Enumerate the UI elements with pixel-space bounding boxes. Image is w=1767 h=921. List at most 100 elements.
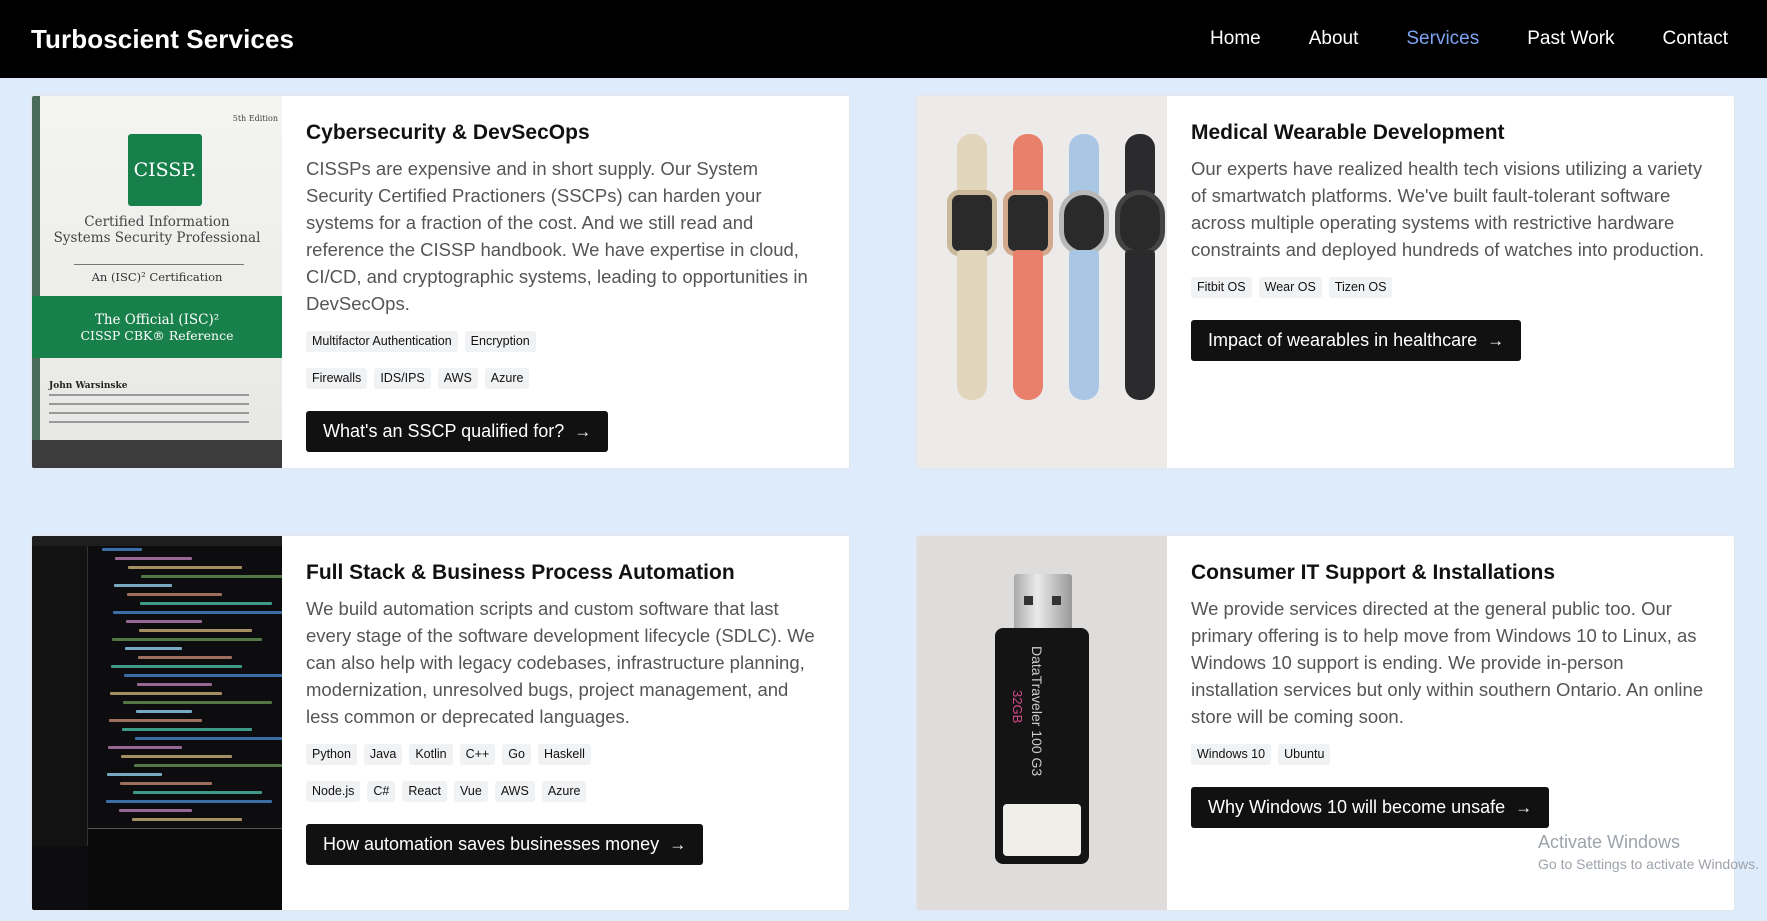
code-line	[127, 593, 222, 596]
book-reference-1: The Official (ISC)²	[94, 312, 220, 328]
badge: Haskell	[537, 744, 591, 765]
activate-windows-watermark: Activate Windows Go to Settings to activ…	[1538, 832, 1759, 872]
cta-label: Why Windows 10 will become unsafe	[1208, 797, 1506, 817]
badge: C++	[459, 744, 496, 765]
code-line	[108, 746, 182, 749]
code-line	[125, 647, 182, 650]
badge-list: Python Java Kotlin C++ Go Haskell Node.j…	[306, 744, 825, 802]
watermark-title: Activate Windows	[1538, 832, 1681, 852]
nav-link-contact[interactable]: Contact	[1663, 28, 1728, 50]
code-line	[114, 584, 172, 587]
book-certification: An (ISC)² Certification	[91, 270, 223, 284]
book-subtitle-2: Systems Security Professional	[53, 230, 261, 246]
smartwatches-image	[917, 96, 1167, 468]
badge: IDS/IPS	[374, 368, 431, 389]
code-line	[115, 557, 192, 560]
card-description: Our experts have realized health tech vi…	[1191, 158, 1705, 260]
code-line	[126, 620, 202, 623]
cta-label: Impact of wearables in healthcare	[1208, 330, 1478, 350]
code-line	[128, 566, 242, 569]
code-editor-image	[32, 536, 282, 910]
automation-savings-button[interactable]: How automation saves businesses money →	[306, 824, 704, 865]
arrow-right-icon: →	[669, 834, 687, 854]
badge: Fitbit OS	[1191, 277, 1252, 298]
code-line	[135, 737, 282, 740]
card-description: We provide services directed at the gene…	[1191, 598, 1704, 727]
code-line	[110, 692, 222, 695]
code-line	[124, 674, 282, 677]
badge: Java	[363, 744, 403, 765]
book-author: John Warsinske	[49, 381, 128, 391]
code-line	[139, 629, 252, 632]
cta-label: What's an SSCP qualified for?	[323, 421, 565, 441]
badge: Wear OS	[1258, 277, 1322, 298]
cissp-book-image: 5th Edition CISSP. Certified Information…	[32, 96, 282, 468]
badge-list: Multifactor Authentication Encryption Fi…	[306, 331, 825, 389]
code-line	[134, 764, 282, 767]
card-title: Medical Wearable Development	[1191, 121, 1505, 144]
code-line	[122, 728, 252, 731]
badge: Azure	[484, 368, 530, 389]
badge: Python	[306, 744, 357, 765]
card-description: We build automation scripts and custom s…	[306, 598, 815, 727]
site-brand[interactable]: Turboscient Services	[31, 24, 294, 55]
card-title: Full Stack & Business Process Automation	[306, 561, 735, 584]
badge: Ubuntu	[1278, 744, 1331, 765]
nav-link-services[interactable]: Services	[1406, 28, 1479, 50]
book-edition: 5th Edition	[232, 114, 278, 123]
badge: C#	[367, 781, 396, 802]
badge: React	[402, 781, 448, 802]
code-line	[136, 710, 192, 713]
code-line	[106, 800, 272, 803]
code-line	[121, 755, 232, 758]
service-card-cybersecurity: 5th Edition CISSP. Certified Information…	[31, 95, 850, 469]
watermark-subtitle: Go to Settings to activate Windows.	[1538, 856, 1759, 872]
arrow-right-icon: →	[1515, 797, 1533, 817]
code-line	[113, 611, 282, 614]
nav-link-about[interactable]: About	[1309, 28, 1359, 50]
code-line	[133, 791, 262, 794]
nav-link-home[interactable]: Home	[1210, 28, 1261, 50]
arrow-right-icon: →	[574, 421, 592, 441]
code-line	[102, 548, 142, 551]
code-line	[111, 665, 242, 668]
cissp-logo: CISSP.	[128, 134, 202, 206]
badge: Firewalls	[306, 368, 368, 389]
badge: Kotlin	[409, 744, 453, 765]
code-line	[141, 575, 282, 578]
badge-list: Windows 10 Ubuntu	[1191, 744, 1710, 765]
arrow-right-icon: →	[1487, 330, 1505, 350]
cta-label: How automation saves businesses money	[323, 834, 660, 854]
badge-list: Fitbit OS Wear OS Tizen OS	[1191, 277, 1710, 298]
code-line	[109, 719, 202, 722]
wearables-healthcare-button[interactable]: Impact of wearables in healthcare →	[1191, 320, 1522, 361]
windows10-unsafe-button[interactable]: Why Windows 10 will become unsafe →	[1191, 787, 1550, 828]
card-title: Consumer IT Support & Installations	[1191, 561, 1556, 584]
badge: Azure	[541, 781, 587, 802]
book-subtitle-1: Certified Information	[84, 214, 230, 230]
badge: AWS	[437, 368, 478, 389]
code-line	[140, 602, 272, 605]
code-line	[132, 818, 242, 821]
usb-drive-image: DataTraveler 100 G3 32GB	[917, 536, 1167, 910]
card-description: CISSPs are expensive and in short supply…	[306, 158, 808, 314]
nav-links: Home About Services Past Work Contact	[1210, 28, 1728, 50]
code-line	[138, 656, 232, 659]
badge: Tizen OS	[1328, 277, 1393, 298]
code-line	[107, 773, 162, 776]
service-card-wearables: Medical Wearable Development Our experts…	[916, 95, 1735, 469]
book-reference-2: CISSP CBK® Reference	[80, 328, 234, 343]
code-line	[137, 683, 212, 686]
badge: Windows 10	[1191, 744, 1272, 765]
badge: Encryption	[464, 331, 536, 352]
usb-capacity-text: 32GB	[1010, 690, 1025, 724]
usb-brand-text: DataTraveler 100 G3	[1029, 646, 1045, 777]
badge: Go	[502, 744, 531, 765]
code-line	[123, 701, 272, 704]
nav-link-past-work[interactable]: Past Work	[1527, 28, 1614, 50]
service-card-automation: Full Stack & Business Process Automation…	[31, 535, 850, 911]
code-line	[119, 809, 192, 812]
badge: AWS	[494, 781, 535, 802]
card-title: Cybersecurity & DevSecOps	[306, 121, 590, 144]
sscp-info-button[interactable]: What's an SSCP qualified for? →	[306, 411, 609, 452]
